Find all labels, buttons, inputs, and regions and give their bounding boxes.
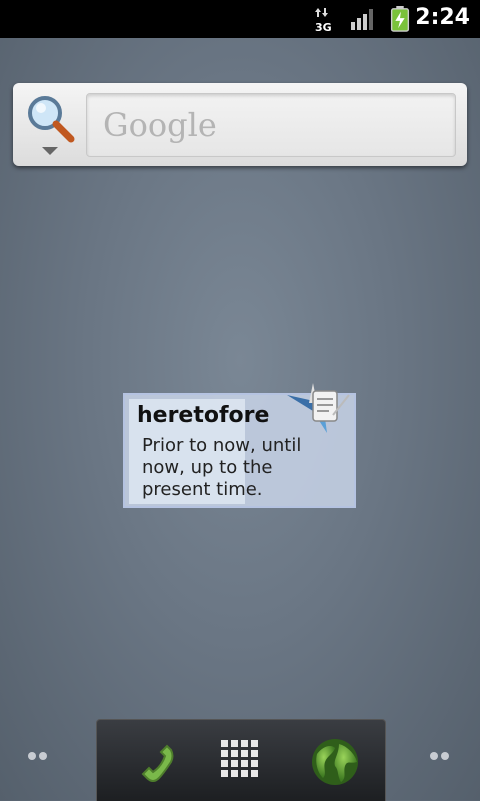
- dictionary-widget[interactable]: heretofore Prior to now, until now, up t…: [123, 383, 356, 508]
- search-magnifier-icon: [28, 96, 75, 143]
- search-engine-selector[interactable]: [23, 93, 83, 159]
- status-bar: 3G 2:24: [0, 0, 480, 38]
- search-placeholder: Google: [103, 106, 217, 144]
- dictionary-logo-icon: [287, 383, 350, 433]
- globe-icon[interactable]: [305, 732, 365, 792]
- search-input[interactable]: Google: [86, 93, 456, 157]
- clock: 2:24: [415, 5, 470, 30]
- google-search-widget[interactable]: Google: [13, 83, 467, 166]
- signal-icon: [351, 9, 373, 30]
- network-type-label: 3G: [315, 21, 332, 32]
- battery-charging-icon: [390, 6, 410, 32]
- dropdown-arrow-icon: [42, 147, 58, 155]
- right-page-indicator[interactable]: [430, 749, 460, 763]
- app-drawer-icon[interactable]: [211, 732, 271, 792]
- data-arrows-icon: 3G: [315, 8, 332, 32]
- left-page-indicator[interactable]: [28, 749, 58, 763]
- dock: [96, 719, 386, 801]
- phone-icon[interactable]: [117, 732, 177, 792]
- dictionary-definition: Prior to now, until now, up to the prese…: [142, 435, 302, 500]
- dictionary-word: heretofore: [137, 403, 270, 428]
